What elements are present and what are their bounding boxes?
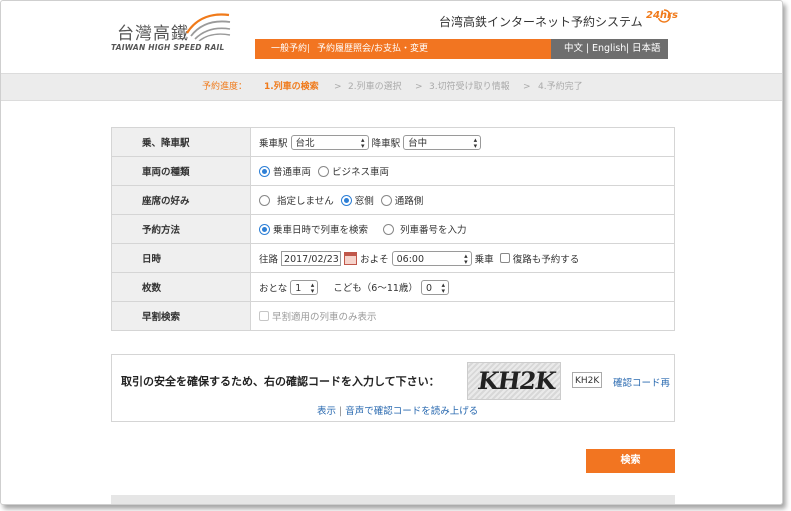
car-standard-radio[interactable] [259, 165, 270, 177]
board-label: 乗車 [474, 254, 494, 265]
form-row-tickets: 枚数 おとな 1 ▴ ▾ こども（6〜11歳） 0 ▴ ▾ [111, 272, 675, 302]
search-form: 乗、降車駅 乗車駅 台北 ▴ ▾ 降車駅 台中 ▴ ▾ 車両の種類 普通車両 ビジネス車… [111, 127, 675, 331]
logo-chinese-text: 台灣高鐵 [117, 24, 189, 44]
seat-none-label: 指定しません [277, 196, 334, 207]
outbound-date-input[interactable]: 2017/02/23 [281, 250, 342, 266]
booking-progress: 予約進度： 1.列車の検索 > 2.列車の選択 > 3.切符受け取り情報 > 4… [1, 73, 782, 101]
form-row-datetime: 日時 往路 2017/02/23 およそ 06:00 ▴ ▾ 乗車 復路も予約する [111, 243, 675, 273]
progress-step-1: 1.列車の検索 [264, 82, 319, 92]
progress-step-4: 4.予約完了 [538, 82, 583, 92]
lang-english[interactable]: English [592, 39, 626, 59]
datetime-label: 日時 [111, 243, 251, 273]
nav-separator: | [307, 44, 311, 54]
seat-aisle-radio[interactable] [380, 194, 392, 206]
early-bird-label: 早割適用の列車のみ表示 [272, 312, 377, 323]
from-station-select[interactable]: 台北 ▴ ▾ [290, 134, 369, 150]
lang-japanese[interactable]: 日本語 [632, 39, 661, 59]
adult-count-value: 1 [295, 282, 302, 294]
to-station-label: 降車駅 [371, 138, 401, 149]
about-label: およそ [360, 254, 389, 265]
form-row-car-type: 車両の種類 普通車両 ビジネス車両 [111, 156, 675, 186]
adult-count-select[interactable]: 1 ▴ ▾ [290, 279, 319, 295]
car-type-label: 車両の種類 [111, 156, 251, 186]
form-row-seat: 座席の好み 指定しません 窓側 通路側 [111, 185, 675, 215]
captcha-input[interactable]: KH2K [572, 372, 602, 388]
captcha-refresh-link[interactable]: 確認コード再 [613, 375, 670, 389]
lang-separator: | [586, 43, 590, 54]
nav-booking-history[interactable]: 予約履歴照会/お支払・変更 [317, 39, 428, 59]
child-count-value: 0 [425, 282, 432, 294]
select-arrow-icon: ▴ ▾ [473, 135, 478, 150]
search-button[interactable]: 検索 [586, 449, 675, 473]
logo-swoosh-icon [186, 13, 231, 41]
system-title: 台湾高鉄インターネット予約システム [439, 15, 643, 29]
departure-time-select[interactable]: 06:00 ▴ ▾ [391, 250, 472, 266]
early-label: 早割検索 [111, 301, 251, 331]
badge-24hrs: 24hrs [646, 10, 678, 21]
car-business-radio[interactable] [318, 165, 330, 177]
progress-step-3: 3.切符受け取り情報 [429, 82, 510, 92]
child-label: こども（6〜11歳） [333, 283, 418, 294]
car-business-label: ビジネス車両 [332, 167, 390, 178]
progress-step-2: 2.列車の選択 [348, 82, 402, 92]
captcha-show-link[interactable]: 表示 [317, 406, 336, 417]
return-trip-checkbox[interactable] [499, 253, 510, 263]
lang-chinese[interactable]: 中文 [564, 39, 583, 59]
method-by-time-radio[interactable] [259, 223, 270, 235]
thsr-logo[interactable]: 台灣高鐵 TAIWAN HIGH SPEED RAIL [111, 11, 241, 55]
to-station-value: 台中 [408, 137, 428, 149]
to-station-select[interactable]: 台中 ▴ ▾ [403, 134, 482, 150]
lang-separator: | [626, 43, 630, 54]
form-row-method: 予約方法 乗車日時で列車を検索 列車番号を入力 [111, 214, 675, 244]
captcha-image: KH2K [467, 362, 561, 400]
tickets-label: 枚数 [111, 272, 251, 302]
progress-arrow: > [415, 82, 423, 92]
progress-label: 予約進度： [202, 82, 248, 92]
adult-label: おとな [259, 283, 288, 294]
select-arrow-icon: ▴ ▾ [361, 135, 365, 150]
form-row-early: 早割検索 早割適用の列車のみ表示 [111, 301, 675, 331]
captcha-link-separator: | [339, 406, 343, 417]
method-by-number-radio[interactable] [383, 223, 395, 235]
form-row-station: 乗、降車駅 乗車駅 台北 ▴ ▾ 降車駅 台中 ▴ ▾ [111, 127, 675, 157]
language-nav: 中文 | English | 日本語 [551, 39, 668, 59]
method-by-number-label: 列車番号を入力 [400, 225, 467, 236]
select-arrow-icon: ▴ ▾ [464, 251, 468, 266]
car-standard-label: 普通車両 [273, 167, 312, 178]
captcha-prompt: 取引の安全を確保するため、右の確認コードを入力して下さい： [121, 375, 440, 388]
captcha-image-text: KH2K [475, 366, 558, 395]
select-arrow-icon: ▴ ▾ [310, 280, 315, 295]
method-label: 予約方法 [111, 214, 251, 244]
seat-aisle-label: 通路側 [394, 196, 424, 207]
seat-none-radio[interactable] [259, 194, 270, 206]
select-arrow-icon: ▴ ▾ [441, 280, 445, 295]
logo-english-text: TAIWAN HIGH SPEED RAIL [111, 43, 225, 52]
from-station-value: 台北 [295, 137, 315, 149]
seat-label: 座席の好み [111, 185, 251, 215]
calendar-icon[interactable] [344, 251, 358, 265]
seat-window-label: 窓側 [354, 196, 374, 207]
early-bird-checkbox[interactable] [259, 311, 269, 321]
return-trip-label: 復路も予約する [512, 254, 580, 265]
station-label: 乗、降車駅 [111, 127, 251, 157]
outbound-label: 往路 [259, 254, 279, 265]
progress-arrow: > [334, 82, 342, 92]
browser-frame: 台灣高鐵 TAIWAN HIGH SPEED RAIL 台湾高鉄インターネット予… [0, 0, 783, 505]
departure-time-value: 06:00 [396, 253, 425, 265]
progress-arrow: > [523, 82, 531, 92]
child-count-select[interactable]: 0 ▴ ▾ [420, 279, 449, 295]
from-station-label: 乗車駅 [259, 138, 288, 149]
method-by-time-label: 乗車日時で列車を検索 [273, 225, 369, 236]
captcha-links: 表示 | 音声で確認コードを読み上げる [317, 403, 478, 417]
captcha-audio-link[interactable]: 音声で確認コードを読み上げる [345, 406, 478, 417]
nav-general-booking[interactable]: 一般予約 [271, 39, 307, 59]
seat-window-radio[interactable] [340, 194, 352, 206]
footer-bar [111, 495, 675, 504]
captcha-box: 取引の安全を確保するため、右の確認コードを入力して下さい： KH2K KH2K … [111, 354, 675, 422]
main-nav: 一般予約 | 予約履歴照会/お支払・変更 [255, 39, 551, 59]
